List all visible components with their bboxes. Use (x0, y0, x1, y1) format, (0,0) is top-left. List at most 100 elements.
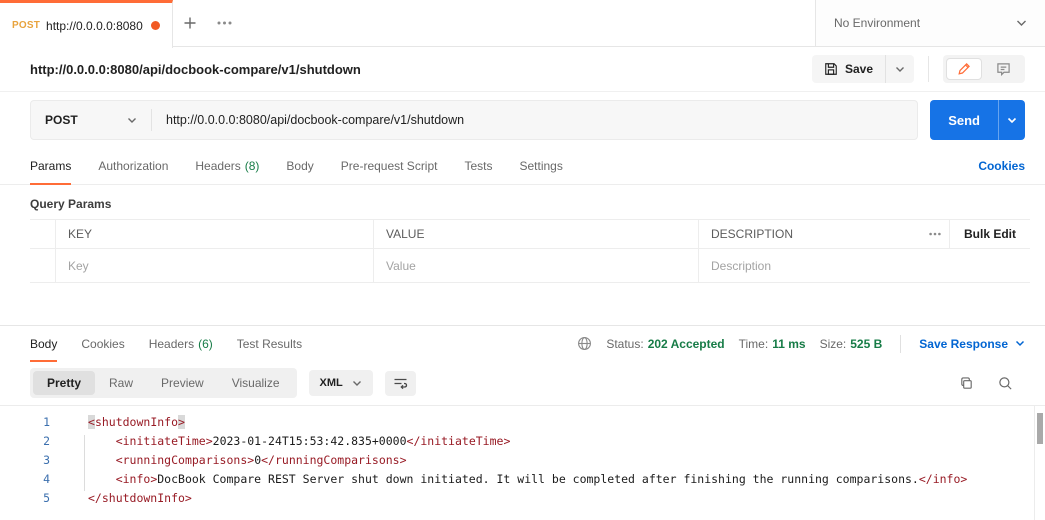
plus-icon (183, 16, 197, 30)
tab-label: Authorization (98, 159, 168, 173)
status-value: 202 Accepted (648, 337, 725, 351)
wrap-text-button[interactable] (385, 371, 416, 396)
edit-comment-group (943, 55, 1025, 83)
bulk-edit-button[interactable]: Bulk Edit (950, 220, 1030, 248)
chevron-down-icon (1015, 340, 1025, 347)
tab-label: Tests (464, 159, 492, 173)
environment-label: No Environment (834, 16, 920, 30)
environment-selector[interactable]: No Environment (815, 0, 1045, 46)
tab-settings[interactable]: Settings (520, 148, 563, 184)
send-button[interactable]: Send (930, 100, 998, 140)
param-description-input[interactable] (711, 259, 1018, 273)
divider (1034, 406, 1035, 520)
edit-button[interactable] (946, 58, 982, 80)
table-row (30, 249, 1030, 283)
tab-label: Settings (520, 159, 563, 173)
tab-label: Body (30, 337, 57, 351)
unsaved-changes-dot (151, 21, 160, 30)
chevron-down-icon (1007, 117, 1017, 124)
response-tab-test-results[interactable]: Test Results (237, 326, 302, 361)
tab-authorization[interactable]: Authorization (98, 148, 168, 184)
save-button[interactable]: Save (812, 55, 885, 83)
response-tab-headers[interactable]: Headers(6) (149, 326, 213, 361)
param-key-input[interactable] (68, 259, 361, 273)
response-meta-bar: Body Cookies Headers(6) Test Results Sta… (0, 325, 1045, 361)
copy-response-button[interactable] (959, 376, 974, 391)
tab-label: Test Results (237, 337, 302, 351)
divider (900, 335, 901, 353)
tab-headers[interactable]: Headers(8) (195, 148, 259, 184)
tab-options-button[interactable] (207, 0, 241, 46)
more-dots-icon (929, 232, 941, 236)
request-title-row: http://0.0.0.0:8080/api/docbook-compare/… (0, 47, 1045, 92)
query-params-title: Query Params (0, 185, 1045, 219)
tab-params[interactable]: Params (30, 148, 71, 184)
tab-pre-request-script[interactable]: Pre-request Script (341, 148, 438, 184)
column-header-description: DESCRIPTION (699, 220, 920, 248)
copy-icon (959, 376, 974, 391)
save-response-label: Save Response (919, 337, 1008, 351)
param-value-input[interactable] (386, 259, 686, 273)
response-toolbar: Pretty Raw Preview Visualize XML (0, 361, 1045, 405)
scrollbar-thumb[interactable] (1037, 413, 1043, 444)
tab-label: Headers (195, 159, 240, 173)
indent-guide (84, 435, 85, 491)
globe-icon[interactable] (577, 336, 592, 351)
query-params-table: KEY VALUE DESCRIPTION Bulk Edit (30, 219, 1030, 283)
spacer (0, 283, 1045, 325)
save-button-label: Save (845, 62, 873, 76)
save-button-group: Save (812, 55, 914, 83)
send-button-label: Send (948, 113, 980, 128)
new-tab-button[interactable] (173, 0, 207, 46)
search-icon (998, 376, 1013, 391)
code-lines: <shutdownInfo> <initiateTime>2023-01-24T… (88, 413, 1045, 508)
tab-label: Pre-request Script (341, 159, 438, 173)
params-menu-button[interactable] (920, 220, 950, 248)
cookies-link[interactable]: Cookies (978, 159, 1025, 173)
search-response-button[interactable] (998, 376, 1013, 391)
send-button-group: Send (930, 100, 1025, 140)
tab-label: Headers (149, 337, 194, 351)
method-select[interactable]: POST (31, 101, 151, 139)
tab-body[interactable]: Body (286, 148, 313, 184)
chevron-down-icon (895, 66, 905, 73)
request-tab[interactable]: POST http://0.0.0.0:8080/ap (0, 0, 173, 48)
response-body-editor[interactable]: 12345 <shutdownInfo> <initiateTime>2023-… (0, 405, 1045, 520)
view-visualize-button[interactable]: Visualize (218, 371, 294, 395)
page-title: http://0.0.0.0:8080/api/docbook-compare/… (30, 62, 361, 77)
time-badge: Time: 11 ms (739, 337, 806, 351)
view-raw-button[interactable]: Raw (95, 371, 147, 395)
url-input[interactable] (152, 101, 917, 139)
row-handle-cell (30, 220, 56, 248)
chevron-down-icon (1016, 19, 1027, 27)
view-mode-segmented-control: Pretty Raw Preview Visualize (30, 368, 297, 398)
divider (928, 56, 929, 82)
tab-title: http://0.0.0.0:8080/ap (46, 19, 143, 33)
tab-bar: POST http://0.0.0.0:8080/ap No Environme… (0, 0, 1045, 47)
table-header-row: KEY VALUE DESCRIPTION Bulk Edit (30, 219, 1030, 249)
wrap-text-icon (393, 377, 408, 390)
column-header-key: KEY (56, 220, 374, 248)
size-label: Size: (820, 337, 847, 351)
method-label: POST (45, 113, 78, 127)
row-handle-cell (30, 249, 56, 282)
view-preview-button[interactable]: Preview (147, 371, 218, 395)
tab-label: Cookies (81, 337, 124, 351)
size-value: 525 B (850, 337, 882, 351)
chevron-down-icon (352, 380, 362, 387)
status-label: Status: (606, 337, 643, 351)
view-pretty-button[interactable]: Pretty (33, 371, 95, 395)
response-tab-body[interactable]: Body (30, 326, 57, 361)
tab-tests[interactable]: Tests (464, 148, 492, 184)
save-options-button[interactable] (886, 59, 914, 80)
request-builder-row: POST Send (0, 92, 1045, 148)
tab-method-label: POST (12, 20, 40, 31)
chevron-down-icon (127, 117, 137, 124)
send-options-button[interactable] (998, 100, 1025, 140)
response-tab-cookies[interactable]: Cookies (81, 326, 124, 361)
request-tabs: Params Authorization Headers(8) Body Pre… (0, 148, 1045, 185)
comment-button[interactable] (985, 58, 1022, 80)
save-response-button[interactable]: Save Response (919, 337, 1025, 351)
response-tabs: Body Cookies Headers(6) Test Results (30, 326, 302, 361)
format-select[interactable]: XML (309, 370, 373, 396)
